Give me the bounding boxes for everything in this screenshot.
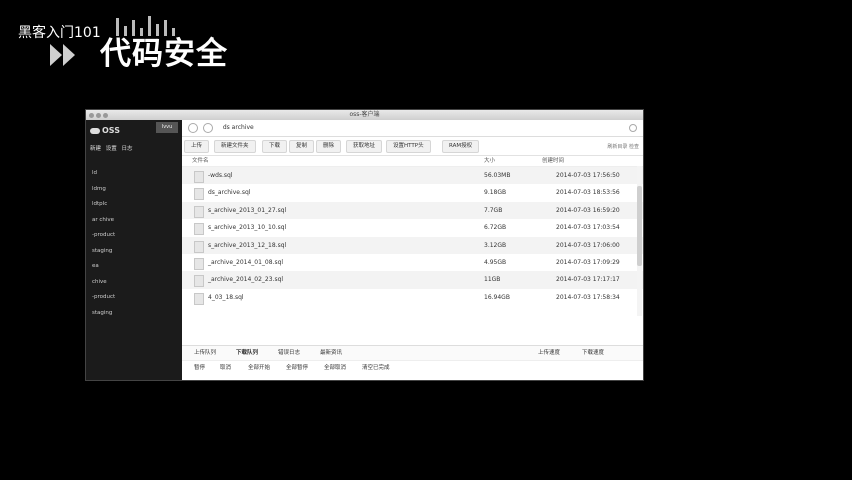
bucket-item[interactable]: ldmg [92,182,115,198]
new-folder-button[interactable]: 新建文件夹 [214,140,256,153]
cloud-icon [90,127,100,134]
file-time: 2014-07-03 17:58:34 [556,293,620,301]
tab-news[interactable]: 最新资讯 [320,346,342,360]
bucket-item[interactable]: -product [92,228,115,244]
file-time: 2014-07-03 16:59:20 [556,206,620,214]
video-title: 代码安全 [100,36,228,72]
file-name: _archive_2014_01_08.sql [208,258,284,266]
file-size: 11GB [484,276,501,284]
bucket-list: ld ldmg ldtplc ar chive -product staging… [92,166,115,321]
back-icon[interactable] [188,122,198,133]
file-size: 16.94GB [484,293,510,301]
refresh-button[interactable]: 刷新目录 检查 [607,143,639,150]
column-name[interactable]: 文件名 [192,156,209,166]
table-row[interactable]: 4_03_18.sql 16.94GB 2014-07-03 17:58:34 [182,289,643,306]
bucket-item[interactable]: ar chive [92,213,115,229]
window-title: oss-客户端 [349,111,380,118]
fast-forward-icon [50,44,75,66]
current-path[interactable]: ds archive [223,124,254,131]
upload-speed-select[interactable]: 上传速度 [538,346,560,360]
file-time: 2014-07-03 18:53:56 [556,189,620,197]
file-list: -wds.sql 56.03MB 2014-07-03 17:56:50 ds_… [182,167,643,306]
sidebar: OSS Ivvu 新建 设置 日志 ld ldmg ldtplc ar chiv… [86,120,182,380]
file-size: 7.7GB [484,206,503,214]
download-speed-select[interactable]: 下载速度 [582,346,604,360]
file-icon [194,223,204,236]
sidebar-tools[interactable]: 新建 设置 日志 [90,144,178,152]
bucket-item[interactable]: ldtplc [92,197,115,213]
scrollbar[interactable] [637,166,642,316]
download-button[interactable]: 下载 [262,140,288,153]
table-row[interactable]: -wds.sql 56.03MB 2014-07-03 17:56:50 [182,167,643,185]
file-name: 4_03_18.sql [208,293,244,301]
queue-actions: 暂停 取消 全部开始 全部暂停 全部取消 清空已完成 [182,360,643,376]
file-name: _archive_2014_02_23.sql [208,276,284,284]
file-icon [194,292,204,305]
table-row[interactable]: s_archive_2013_01_27.sql 7.7GB 2014-07-0… [182,201,643,220]
table-header: 文件名 大小 创建时间 [182,156,643,167]
bucket-item[interactable]: -product [92,290,115,306]
table-row[interactable]: s_archive_2013_12_18.sql 3.12GB 2014-07-… [182,236,643,254]
file-size: 56.03MB [484,172,511,179]
file-icon [194,275,204,288]
file-name: s_archive_2013_10_10.sql [208,224,287,232]
file-icon [194,188,204,201]
file-time: 2014-07-03 17:03:54 [556,224,620,232]
file-time: 2014-07-03 17:06:00 [556,241,620,249]
get-url-button[interactable]: 获取地址 [346,140,383,153]
file-icon [194,171,204,183]
column-size[interactable]: 大小 [484,156,495,166]
start-all-button[interactable]: 全部开始 [248,360,270,376]
bucket-item[interactable]: ea [92,259,115,275]
clear-finished-button[interactable]: 清空已完成 [362,360,390,376]
forward-icon[interactable] [202,122,213,133]
bucket-item[interactable]: staging [92,306,115,322]
file-icon [194,205,204,218]
file-time: 2014-07-03 17:17:17 [556,276,620,284]
file-icon [194,257,204,270]
sidebar-top-button[interactable]: Ivvu [156,122,178,133]
app-window: oss-客户端 OSS Ivvu 新建 设置 日志 ld ldmg ldtplc… [86,110,643,380]
table-row[interactable]: _archive_2014_01_08.sql 4.95GB 2014-07-0… [182,254,643,271]
channel-name: 黑客入门101 [18,25,101,41]
file-time: 2014-07-03 17:09:29 [556,258,620,266]
delete-button[interactable]: 删除 [316,140,342,153]
file-browser: ds archive 上传 新建文件夹 下载 复制 删除 获取地址 设置HTTP… [182,120,643,380]
cancel-all-button[interactable]: 全部取消 [324,360,346,376]
file-size: 3.12GB [484,241,507,249]
toolbar: 上传 新建文件夹 下载 复制 删除 获取地址 设置HTTP头 RAM授权 刷新目… [182,137,643,156]
table-row[interactable]: _archive_2014_02_23.sql 11GB 2014-07-03 … [182,271,643,289]
ram-auth-button[interactable]: RAM授权 [442,140,480,153]
file-size: 6.72GB [484,224,507,232]
file-icon [194,240,204,253]
address-bar: ds archive [182,120,643,137]
file-name: s_archive_2013_01_27.sql [208,206,287,214]
tab-upload-queue[interactable]: 上传队列 [194,346,216,360]
tab-error-log[interactable]: 错误日志 [278,346,300,360]
app-logo: OSS [90,126,120,135]
window-titlebar: oss-客户端 [86,110,643,120]
copy-button[interactable]: 复制 [289,140,315,153]
file-name: -wds.sql [208,172,233,179]
file-time: 2014-07-03 17:56:50 [556,172,620,179]
pause-all-button[interactable]: 全部暂停 [286,360,308,376]
set-http-header-button[interactable]: 设置HTTP头 [386,140,431,153]
pause-button[interactable]: 暂停 [194,360,205,376]
file-size: 9.18GB [484,189,507,197]
tab-download-queue[interactable]: 下载队列 [236,346,258,360]
bucket-item[interactable]: chive [92,275,115,291]
file-name: ds_archive.sql [208,189,251,197]
bucket-item[interactable]: staging [92,244,115,260]
settings-icon[interactable] [629,124,637,132]
column-time[interactable]: 创建时间 [542,156,564,166]
table-row[interactable]: ds_archive.sql 9.18GB 2014-07-03 18:53:5… [182,184,643,201]
queue-tabs: 上传队列 下载队列 错误日志 最新资讯 上传速度 下载速度 [182,345,643,361]
cancel-button[interactable]: 取消 [220,360,231,376]
file-name: s_archive_2013_12_18.sql [208,241,287,249]
file-size: 4.95GB [484,258,507,266]
bucket-item[interactable]: ld [92,166,115,182]
scroll-thumb[interactable] [637,186,642,266]
upload-button[interactable]: 上传 [184,140,210,153]
table-row[interactable]: s_archive_2013_10_10.sql 6.72GB 2014-07-… [182,219,643,236]
